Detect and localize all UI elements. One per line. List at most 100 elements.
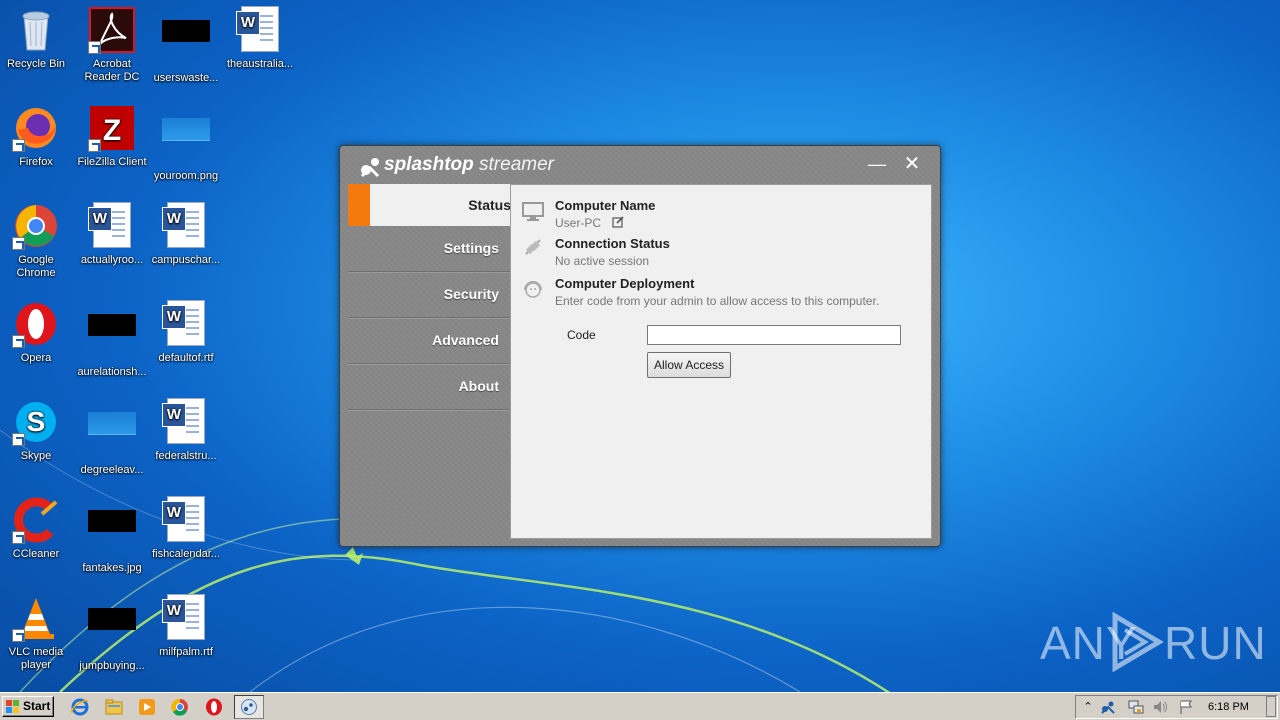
vlc-cone-icon — [12, 594, 60, 642]
acrobat-reader-icon — [88, 6, 136, 54]
desktop-icon-filezilla[interactable]: Z FileZilla Client — [74, 104, 150, 169]
taskbar-splashtop-button[interactable] — [234, 695, 264, 719]
nav-label: Settings — [443, 240, 499, 256]
skype-icon: S — [12, 398, 60, 446]
desktop-icon-label: Firefox — [19, 156, 53, 168]
action-center-flag-icon[interactable] — [1178, 699, 1194, 715]
nav-label: Status — [468, 197, 511, 213]
network-icon[interactable] — [1128, 699, 1144, 715]
desktop-icon-label: Acrobat Reader DC — [84, 58, 140, 83]
start-button[interactable]: Start — [2, 696, 54, 717]
desktop-icon-file[interactable]: W milfpalm.rtf — [148, 594, 224, 659]
desktop-icon-file[interactable]: jumpbuying... — [74, 594, 150, 673]
desktop-icon-file[interactable]: W theaustralia... — [222, 6, 298, 71]
monitor-icon — [522, 202, 544, 221]
computer-deployment-title: Computer Deployment — [555, 276, 695, 291]
desktop-icon-recycle-bin[interactable]: Recycle Bin — [0, 6, 74, 71]
desktop-icon-file[interactable]: W defaultof.rtf — [148, 300, 224, 365]
close-button[interactable]: ✕ — [900, 154, 924, 176]
desktop-icon-file[interactable]: W actuallyroo... — [74, 202, 150, 267]
logo-sub-text: streamer — [479, 154, 554, 175]
opera-taskbar-icon[interactable] — [204, 697, 224, 717]
nav-item-security[interactable]: Security — [348, 272, 511, 318]
desktop-icon-label: fishcalendar... — [152, 548, 220, 560]
desktop-icon-label: VLC media player — [8, 646, 64, 671]
watermark-play-icon — [1112, 612, 1164, 672]
filezilla-icon: Z — [88, 104, 136, 152]
desktop-icon-file[interactable]: youroom.png — [148, 104, 224, 183]
desktop-icon-file[interactable]: fantakes.jpg — [74, 496, 150, 575]
desktop-icon-label: Recycle Bin — [6, 58, 66, 70]
image-thumbnail-icon — [88, 608, 136, 656]
deployment-code-input[interactable] — [647, 325, 901, 345]
nav-item-about[interactable]: About — [348, 364, 511, 410]
anyrun-watermark: ANY RUN — [1040, 612, 1266, 672]
desktop-icon-label: FileZilla Client — [77, 156, 147, 168]
desktop-icon-label: Skype — [20, 450, 52, 462]
image-thumbnail-icon — [88, 314, 136, 362]
ccleaner-icon — [12, 496, 60, 544]
desktop-icon-label: degreeleav... — [80, 464, 144, 476]
desktop-icon-file[interactable]: W federalstru... — [148, 398, 224, 463]
desktop-icon-file[interactable]: degreeleav... — [74, 398, 150, 477]
word-document-icon: W — [236, 6, 284, 54]
file-explorer-icon[interactable] — [104, 697, 124, 717]
desktop-icon-google-chrome[interactable]: Google Chrome — [0, 202, 74, 280]
splashtop-taskbar-icon — [241, 699, 257, 715]
computer-name-value: User-PC — [555, 216, 602, 230]
nav-item-status[interactable]: Status — [348, 184, 523, 226]
desktop-icon-label: userswaste... — [153, 72, 219, 84]
watermark-text-run: RUN — [1164, 617, 1267, 669]
desktop-icon-label: campuschar... — [151, 254, 221, 266]
logo-main-text: splashtop — [384, 154, 474, 175]
desktop-icon-ccleaner[interactable]: CCleaner — [0, 496, 74, 561]
volume-icon[interactable] — [1152, 699, 1168, 715]
splashtop-streamer-window: splashtop streamer — ✕ Status Settings S… — [339, 145, 941, 547]
word-document-icon: W — [162, 300, 210, 348]
shortcut-arrow-icon — [12, 433, 25, 446]
opera-icon — [12, 300, 60, 348]
desktop-icon-file[interactable]: aurelationsh... — [74, 300, 150, 379]
desktop-icon-file[interactable]: userswaste... — [148, 6, 224, 85]
desktop-icon-opera[interactable]: Opera — [0, 300, 74, 365]
word-document-icon: W — [88, 202, 136, 250]
desktop-icon-label: jumpbuying... — [79, 660, 145, 672]
show-desktop-button[interactable] — [1266, 696, 1276, 717]
nav-item-advanced[interactable]: Advanced — [348, 318, 511, 364]
image-thumbnail-icon — [88, 510, 136, 558]
image-thumbnail-icon — [162, 20, 210, 68]
desktop-icon-vlc[interactable]: VLC media player — [0, 594, 74, 672]
desktop-icon-skype[interactable]: S Skype — [0, 398, 74, 463]
start-label: Start — [23, 699, 51, 713]
internet-explorer-icon[interactable] — [70, 697, 90, 717]
active-indicator — [348, 184, 370, 226]
shortcut-arrow-icon — [12, 531, 25, 544]
show-hidden-icons-chevron-icon[interactable]: ⌃ — [1080, 699, 1096, 715]
edit-icon[interactable] — [612, 216, 624, 228]
desktop-icon-label: aurelationsh... — [77, 366, 147, 378]
splashtop-logo-icon — [360, 158, 380, 178]
desktop-icon-acrobat[interactable]: Acrobat Reader DC — [74, 6, 150, 84]
allow-access-button[interactable]: Allow Access — [647, 352, 731, 378]
taskbar-clock[interactable]: 6:18 PM — [1208, 701, 1249, 713]
window-titlebar[interactable]: splashtop streamer — ✕ — [340, 146, 940, 184]
nav-label: About — [458, 378, 499, 394]
desktop-icon-label: fantakes.jpg — [82, 562, 142, 574]
desktop-icon-file[interactable]: W fishcalendar... — [148, 496, 224, 561]
firefox-icon — [12, 104, 60, 152]
minimize-button[interactable]: — — [865, 154, 889, 176]
desktop-icon-file[interactable]: W campuschar... — [148, 202, 224, 267]
system-tray: ⌃ 6:18 PM — [1075, 695, 1278, 719]
desktop-icon-label: Google Chrome — [16, 254, 56, 279]
media-player-icon[interactable] — [137, 697, 157, 717]
desktop-icon-label: federalstru... — [155, 450, 217, 462]
computer-deployment-description: Enter code from your admin to allow acce… — [555, 294, 880, 308]
splashtop-tray-icon[interactable] — [1100, 699, 1116, 715]
shortcut-arrow-icon — [12, 139, 25, 152]
desktop-icon-label: Opera — [20, 352, 52, 364]
nav-item-settings[interactable]: Settings — [348, 226, 511, 272]
image-thumbnail-icon — [88, 412, 136, 460]
desktop-icon-firefox[interactable]: Firefox — [0, 104, 74, 169]
chrome-taskbar-icon[interactable] — [170, 697, 190, 717]
word-document-icon: W — [162, 398, 210, 446]
